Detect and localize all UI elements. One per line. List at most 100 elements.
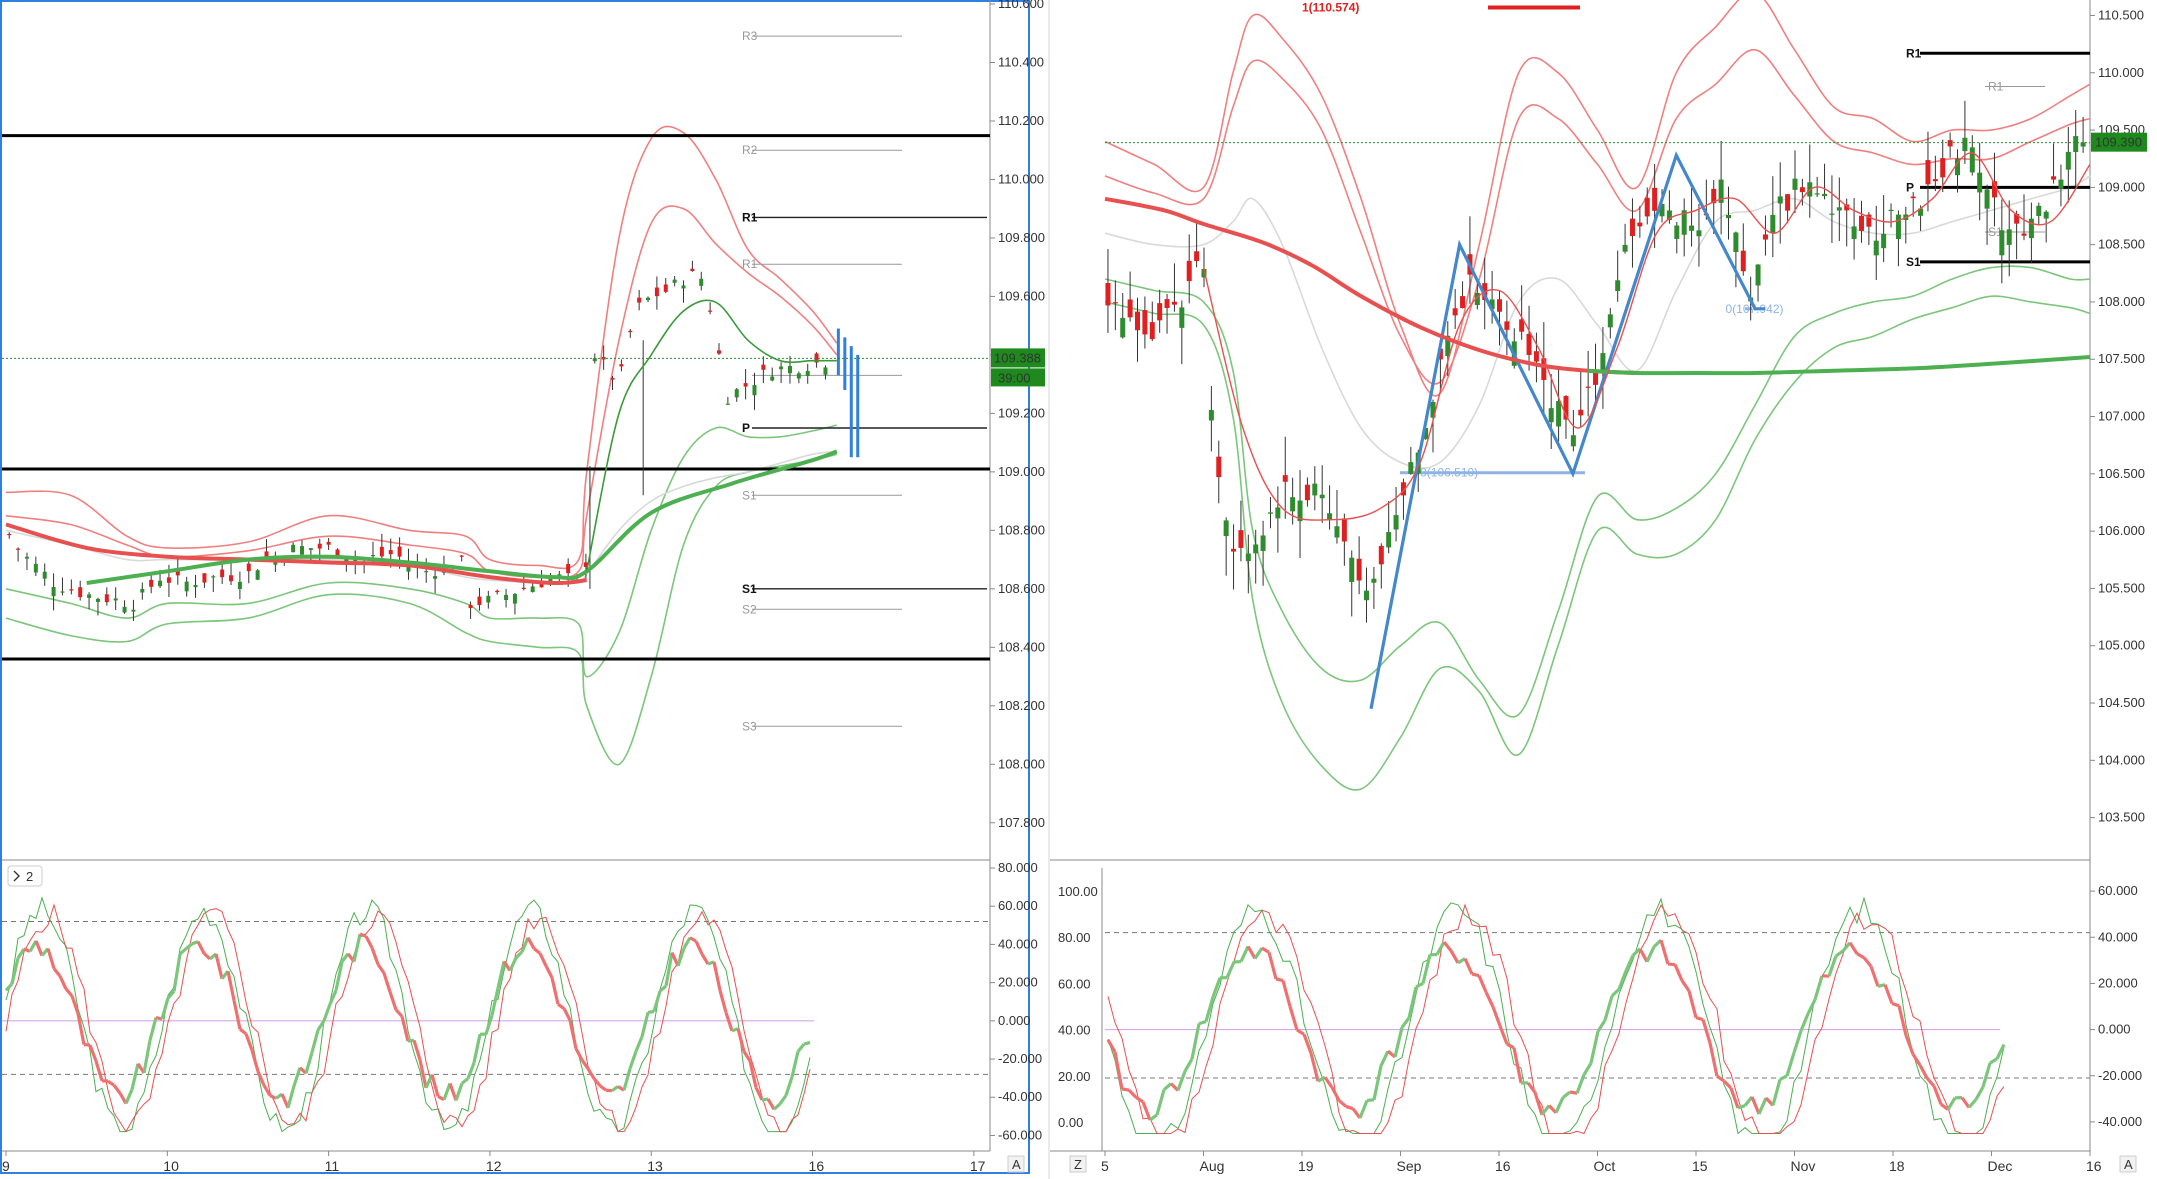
intraday-countdown-text: 39:00	[998, 370, 1031, 385]
daily-candle-body	[2021, 233, 2027, 236]
daily-price-tick-label: 108.000	[2098, 294, 2145, 309]
intraday-pivot-label: S2	[742, 602, 757, 616]
daily-candle-body	[2058, 179, 2064, 189]
daily-candle-body	[1888, 209, 1894, 212]
intraday-candle-body	[823, 367, 828, 375]
intraday-candle-body	[300, 546, 305, 555]
intraday-candle-body	[654, 287, 659, 297]
intraday-price-tick-label: 108.800	[998, 522, 1045, 537]
timezone-label: Z	[1074, 1157, 1082, 1172]
intraday-candle-body	[211, 576, 216, 578]
daily-last-price-text: 109.390	[2095, 135, 2142, 150]
daily-osc-main-segment	[1345, 1104, 1354, 1111]
daily-candle-body	[1615, 280, 1621, 292]
intraday-candle-body	[504, 594, 509, 601]
daily-candle-body	[1999, 230, 2005, 256]
daily-candle-body	[1260, 535, 1266, 551]
daily-price-tick-label: 104.500	[2098, 695, 2145, 710]
intraday-candle-body	[193, 584, 198, 588]
intraday-price-tick-label: 110.200	[998, 113, 1044, 128]
intraday-candle-body	[512, 593, 517, 604]
daily-candle-body	[2073, 136, 2079, 153]
daily-price-tick-label: 106.000	[2098, 523, 2145, 538]
daily-candle-body	[1186, 260, 1192, 282]
intraday-pivot-label: R2	[742, 143, 758, 157]
intraday-candle-body	[33, 563, 38, 573]
daily-osc-main-segment	[1366, 1098, 1375, 1103]
intraday-price-tick-label: 109.800	[998, 230, 1045, 245]
daily-candle-body	[1910, 196, 1916, 199]
collapse-study-button[interactable]	[7, 865, 43, 887]
background	[0, 0, 2157, 1179]
intraday-osc-tick-label: -40.000	[998, 1089, 1042, 1104]
daily-candle-body	[1371, 578, 1377, 583]
daily-osc-tick-label: -40.000	[2098, 1114, 2142, 1129]
daily-osc-left-tick-label: 40.00	[1058, 1023, 1091, 1038]
daily-osc-tick-label: -20.000	[2098, 1068, 2142, 1083]
daily-candle-body	[2043, 211, 2049, 219]
intraday-candle-body	[424, 571, 429, 573]
daily-price-tick-label: 103.500	[2098, 810, 2145, 825]
intraday-candle-body	[477, 596, 482, 605]
daily-candle-body	[1932, 179, 1938, 182]
daily-osc-tick-label: 20.000	[2098, 975, 2138, 990]
intraday-candle-body	[158, 580, 163, 587]
daily-candle-body	[1792, 178, 1798, 190]
daily-candle-body	[1341, 518, 1347, 542]
daily-candle-body	[1312, 483, 1318, 496]
intraday-candle-body	[237, 581, 242, 589]
intraday-date-tick-label: 17	[970, 1158, 986, 1174]
daily-candle-body	[1969, 147, 1975, 173]
daily-osc-left-tick-label: 20.00	[1058, 1069, 1091, 1084]
intraday-candle-body	[308, 548, 313, 550]
intraday-candle-body	[725, 403, 730, 405]
daily-pivot-label: S1	[1906, 255, 1921, 269]
intraday-date-tick-label: 12	[486, 1158, 502, 1174]
intraday-price-tick-label: 110.600	[998, 0, 1044, 11]
daily-candle-body	[1689, 225, 1695, 231]
daily-candle-body	[1267, 512, 1273, 514]
daily-candle-body	[1393, 515, 1399, 530]
daily-candle-body	[1135, 311, 1141, 331]
intraday-candle-body	[566, 563, 571, 574]
intraday-candle-body	[752, 385, 757, 396]
daily-candle-body	[1814, 193, 1820, 195]
intraday-candle-body	[202, 573, 207, 583]
daily-candle-body	[1408, 462, 1414, 474]
daily-candle-body	[1607, 314, 1613, 328]
intraday-date-tick-label: 10	[163, 1158, 179, 1174]
daily-auto-scale-label: A	[2124, 1157, 2133, 1172]
intraday-date-tick-label: 13	[647, 1158, 663, 1174]
intraday-candle-body	[60, 591, 65, 593]
daily-candle-body	[1977, 172, 1983, 193]
daily-candle-body	[1644, 197, 1650, 217]
intraday-candle-body	[663, 284, 668, 292]
intraday-candle-body	[166, 577, 171, 583]
auto-scale-label: A	[1012, 1157, 1021, 1172]
daily-candle-body	[1770, 214, 1776, 233]
daily-osc-left-tick-label: 0.00	[1058, 1115, 1083, 1130]
daily-price-tick-label: 110.000	[2098, 65, 2144, 80]
daily-candle-body	[1120, 317, 1126, 338]
intraday-last-price-text: 109.388	[994, 350, 1041, 365]
intraday-candle-body	[486, 595, 491, 603]
intraday-date-tick-label: 16	[809, 1158, 825, 1174]
daily-candle-body	[1799, 187, 1805, 193]
intraday-osc-tick-label: -60.000	[998, 1127, 1042, 1142]
intraday-candle-body	[619, 364, 624, 367]
intraday-candle-body	[379, 546, 384, 557]
daily-candle-body	[1231, 548, 1237, 552]
intraday-candle-body	[610, 377, 615, 380]
intraday-pivot-label: S1	[742, 582, 757, 596]
intraday-candle-body	[770, 376, 775, 381]
intraday-candle-body	[672, 279, 677, 283]
intraday-pivot-label: R1	[742, 257, 758, 271]
intraday-price-tick-label: 108.600	[998, 581, 1045, 596]
daily-osc-left-tick-label: 80.00	[1058, 930, 1091, 945]
intraday-candle-body	[246, 563, 251, 572]
daily-candle-body	[1112, 302, 1118, 304]
daily-candle-body	[1127, 299, 1133, 318]
intraday-candle-body	[779, 366, 784, 370]
daily-osc-main-segment	[1275, 977, 1284, 983]
daily-candle-body	[1726, 214, 1732, 219]
